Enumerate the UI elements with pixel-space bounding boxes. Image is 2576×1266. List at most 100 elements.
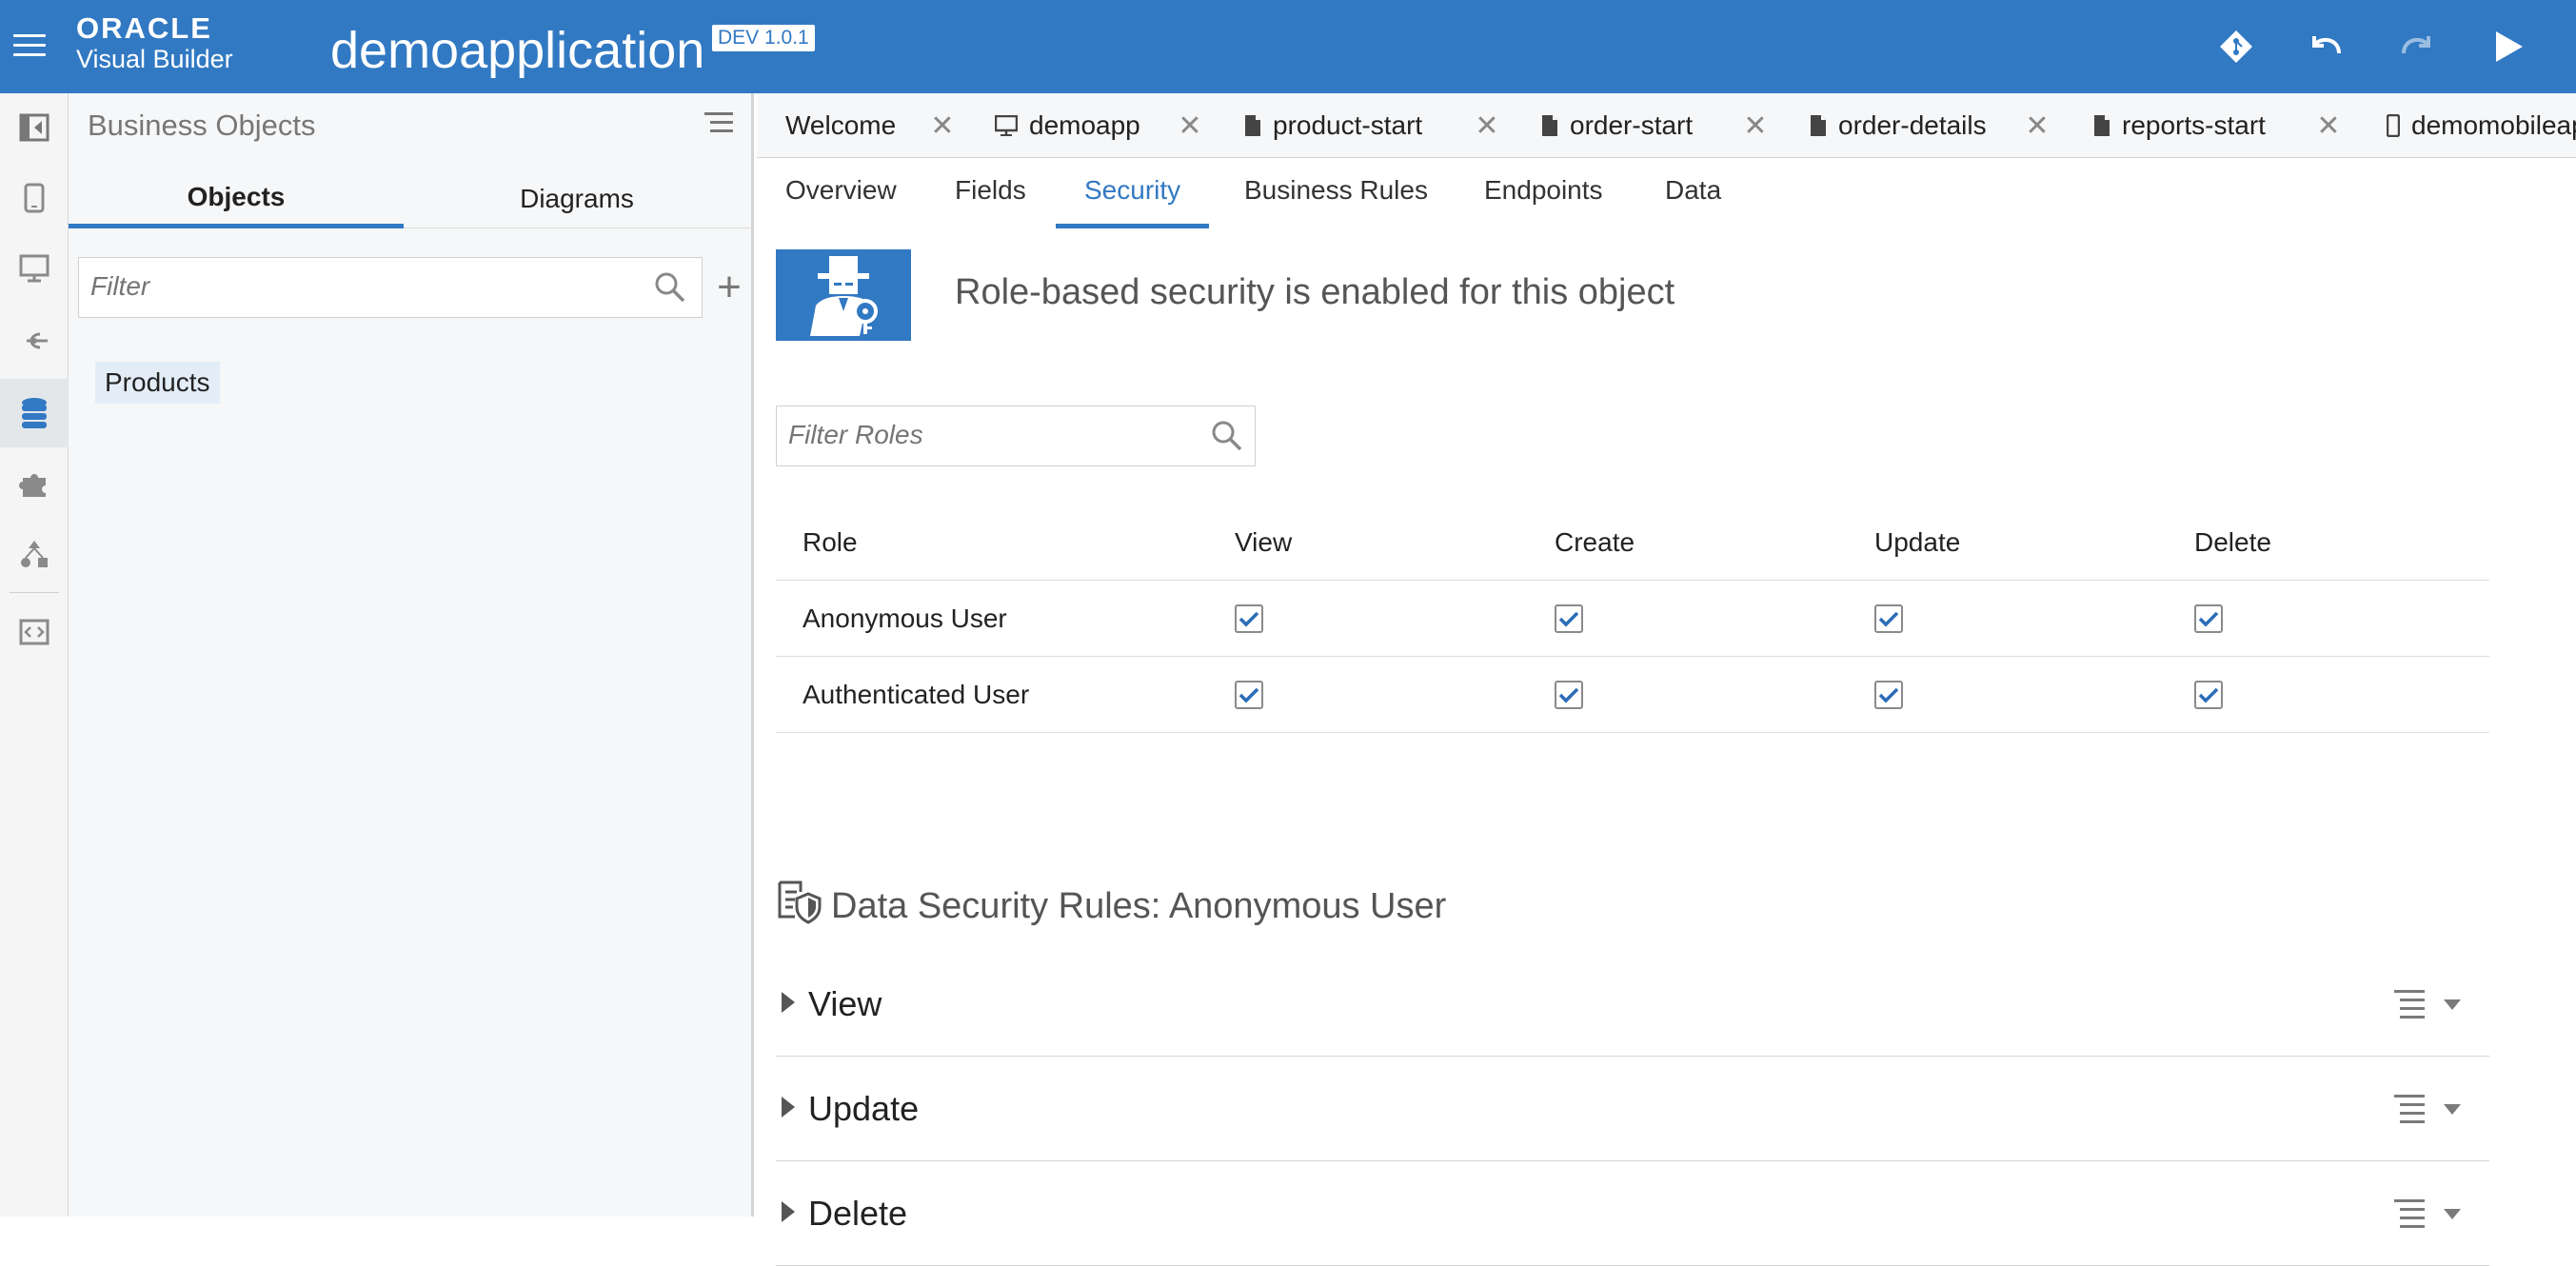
tab-security[interactable]: Security [1056,175,1210,228]
search-icon[interactable] [1211,420,1243,457]
column-header-delete: Delete [2194,527,2271,557]
close-icon[interactable]: ✕ [2023,109,2051,143]
doc-tab-label: product-start [1273,110,1423,140]
left-rail [0,93,69,1217]
data-security-icon [776,879,822,934]
role-name: Anonymous User [803,603,1007,633]
tab-endpoints[interactable]: Endpoints [1484,175,1603,228]
oracle-logo: ORACLE Visual Builder [76,13,233,72]
navigator-title: Business Objects [88,109,316,142]
business-objects-icon[interactable] [0,379,69,447]
role-name: Authenticated User [803,680,1030,709]
git-icon[interactable] [2214,25,2258,69]
business-objects-navigator: Business Objects Objects Diagrams + Prod… [69,93,754,1217]
redo-icon[interactable] [2395,25,2439,69]
doc-tab-reports-start[interactable]: reports-start [2093,93,2266,157]
rule-label[interactable]: Delete [808,1194,907,1234]
role-security-status: Role-based security is enabled for this … [955,272,1675,312]
close-icon[interactable]: ✕ [1741,109,1770,143]
rule-menu-icon[interactable] [2394,990,2425,1019]
business-object-item-products[interactable]: Products [95,362,220,404]
table-header-row: Role View Create Update Delete [776,504,2489,581]
chevron-down-icon[interactable] [2444,1209,2461,1219]
tab-diagrams[interactable]: Diagrams [409,169,744,228]
file-icon [1541,114,1558,137]
app-title: demoapplication [330,22,705,79]
doc-tab-label: order-start [1570,110,1694,140]
create-checkbox[interactable] [1555,604,1583,633]
desktop-icon [995,115,1018,136]
role-security-toggle-icon[interactable] [776,249,911,341]
doc-tab-label: Welcome [785,110,897,140]
doc-tab-label: demoapp [1029,110,1140,140]
close-icon[interactable]: ✕ [1176,109,1204,143]
service-connections-icon[interactable] [0,307,69,375]
doc-tab-demomobileap[interactable]: demomobileap [2387,93,2576,157]
close-icon[interactable]: ✕ [2314,109,2343,143]
tab-overview[interactable]: Overview [785,175,897,228]
search-icon[interactable] [654,271,686,308]
rule-label[interactable]: Update [808,1089,919,1129]
objects-filter-input[interactable] [79,258,612,315]
mobile-apps-icon[interactable] [0,164,69,232]
undo-icon[interactable] [2304,25,2348,69]
doc-tab-label: demomobileap [2411,110,2576,140]
rail-divider [10,592,59,593]
data-security-rules-title: Data Security Rules: Anonymous User [831,885,1447,926]
tab-fields[interactable]: Fields [955,175,1026,228]
rule-menu-icon[interactable] [2394,1095,2425,1123]
add-business-object-button[interactable]: + [708,261,750,314]
app-header: ORACLE Visual Builder demoapplication DE… [0,0,2576,93]
document-tabs: Welcome ✕ demoapp ✕ product-start ✕ orde… [757,93,2576,158]
web-apps-icon[interactable] [0,234,69,303]
expand-triangle-icon[interactable] [782,992,795,1013]
table-row: Anonymous User [776,581,2489,657]
column-header-view: View [1235,527,1293,557]
tab-data[interactable]: Data [1665,175,1721,228]
delete-checkbox[interactable] [2194,681,2223,709]
rule-label[interactable]: View [808,984,882,1024]
update-checkbox[interactable] [1874,681,1903,709]
roles-filter [776,406,1256,466]
doc-tab-order-start[interactable]: order-start [1541,93,1694,157]
view-checkbox[interactable] [1235,604,1263,633]
source-view-icon[interactable] [0,598,69,666]
view-checkbox[interactable] [1235,681,1263,709]
expand-triangle-icon[interactable] [782,1097,795,1118]
expand-triangle-icon[interactable] [782,1201,795,1222]
brand-oracle: ORACLE [76,11,212,45]
doc-tab-demoapp[interactable]: demoapp [995,93,1140,157]
doc-tab-welcome[interactable]: Welcome [785,93,897,157]
objects-filter [78,257,703,318]
doc-tab-label: reports-start [2122,110,2266,140]
close-icon[interactable]: ✕ [928,109,957,143]
file-icon [2093,114,2110,137]
brand-product: Visual Builder [76,45,233,73]
run-icon[interactable] [2487,25,2530,69]
rule-section-update: Update [776,1057,2489,1161]
tab-business-rules[interactable]: Business Rules [1244,175,1428,228]
navigator-menu-icon[interactable] [704,112,733,139]
close-icon[interactable]: ✕ [1473,109,1501,143]
filter-roles-input[interactable] [777,406,1186,464]
rule-menu-icon[interactable] [2394,1199,2425,1228]
rule-section-view: View [776,952,2489,1057]
data-security-rules-header: Data Security Rules: Anonymous User [776,880,1446,933]
tab-objects[interactable]: Objects [69,169,404,228]
delete-checkbox[interactable] [2194,604,2223,633]
processes-icon[interactable] [0,520,69,588]
roles-permissions-table: Role View Create Update Delete Anonymous… [776,504,2489,733]
file-icon [1810,114,1827,137]
update-checkbox[interactable] [1874,604,1903,633]
create-checkbox[interactable] [1555,681,1583,709]
menu-icon[interactable] [13,34,46,57]
column-header-update: Update [1874,527,1961,557]
mobile-icon [2387,114,2400,137]
chevron-down-icon[interactable] [2444,999,2461,1010]
components-icon[interactable] [0,449,69,518]
doc-tab-product-start[interactable]: product-start [1244,93,1423,157]
chevron-down-icon[interactable] [2444,1104,2461,1115]
collapse-navigator-icon[interactable] [0,93,69,162]
doc-tab-order-details[interactable]: order-details [1810,93,1987,157]
column-header-create: Create [1555,527,1635,557]
